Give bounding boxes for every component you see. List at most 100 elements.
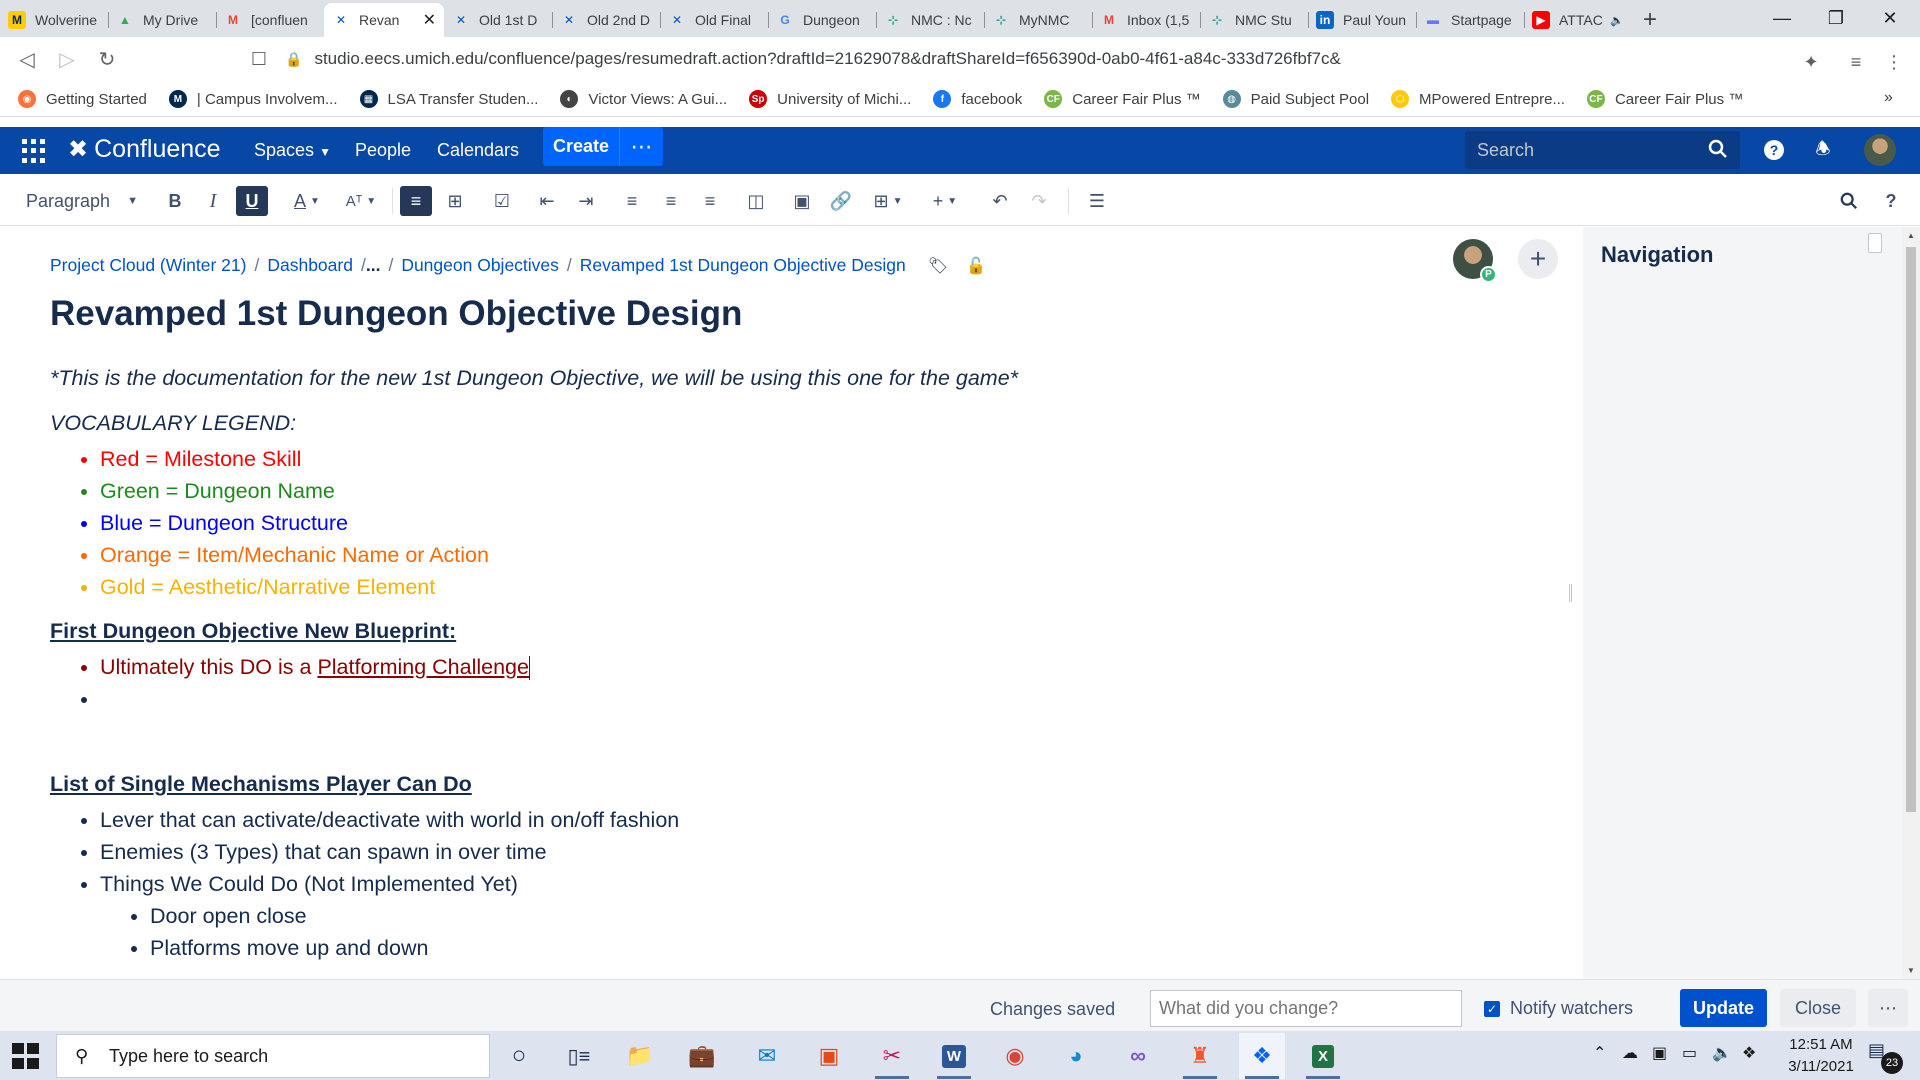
windows-start-icon[interactable] bbox=[12, 1043, 40, 1069]
bookmark-item[interactable]: ◉ Getting Started bbox=[18, 90, 147, 108]
task-list-button[interactable]: ☑ bbox=[487, 186, 517, 216]
onedrive-icon[interactable]: ☁ bbox=[1622, 1043, 1638, 1063]
snip-icon[interactable]: ✂ bbox=[869, 1033, 915, 1079]
excel-icon[interactable]: X bbox=[1300, 1033, 1346, 1079]
audio-playing-icon[interactable]: 🔈 bbox=[1610, 14, 1624, 27]
insert-link-button[interactable]: 🔗 bbox=[826, 186, 856, 216]
editor-content[interactable]: Project Cloud (Winter 21) / Dashboard / … bbox=[0, 227, 1583, 979]
bookmark-item[interactable]: f facebook bbox=[933, 90, 1022, 108]
volume-icon[interactable]: 🔈 bbox=[1712, 1043, 1732, 1063]
close-button[interactable]: Close bbox=[1780, 989, 1856, 1027]
scroll-up-arrow-icon[interactable]: ▲ bbox=[1907, 231, 1915, 240]
restrictions-lock-icon[interactable]: 🔓 bbox=[966, 256, 986, 276]
task-view-icon[interactable]: ▯≡ bbox=[556, 1033, 602, 1079]
user-avatar[interactable] bbox=[1864, 134, 1896, 166]
bookmark-item[interactable]: Sp University of Michi... bbox=[749, 90, 911, 108]
bookmark-item[interactable]: ◐ Victor Views: A Gui... bbox=[560, 90, 727, 108]
collaborator-avatar[interactable]: P bbox=[1453, 239, 1497, 283]
browser-tab[interactable]: ▬ Startpage bbox=[1416, 3, 1524, 37]
help-icon[interactable]: ? bbox=[1762, 138, 1786, 162]
text-color-button[interactable]: A ▼ bbox=[284, 186, 330, 216]
page-body[interactable]: *This is the documentation for the new 1… bbox=[50, 362, 1500, 964]
page-scrollbar[interactable]: ▲ ▼ bbox=[1902, 227, 1920, 979]
update-button[interactable]: Update bbox=[1680, 989, 1767, 1027]
breadcrumb-space[interactable]: Project Cloud (Winter 21) bbox=[50, 255, 246, 276]
page-layout-button[interactable]: ◫ bbox=[741, 186, 771, 216]
version-comment-input[interactable] bbox=[1150, 990, 1462, 1027]
meet-now-icon[interactable]: ▣ bbox=[1652, 1043, 1667, 1063]
empty-paragraph[interactable] bbox=[50, 715, 1500, 768]
mail-icon[interactable]: ✉ bbox=[744, 1033, 790, 1079]
bookmarks-overflow-icon[interactable]: » bbox=[1884, 89, 1893, 107]
word-icon[interactable]: W bbox=[931, 1033, 977, 1079]
restore-button[interactable]: ❐ bbox=[1809, 0, 1863, 37]
create-button[interactable]: Create bbox=[543, 127, 619, 166]
checkbox-checked-icon[interactable]: ✓ bbox=[1484, 1000, 1500, 1017]
insert-table-button[interactable]: ⊞ ▼ bbox=[867, 186, 909, 216]
nav-calendars[interactable]: Calendars bbox=[437, 140, 519, 161]
find-replace-icon[interactable] bbox=[1834, 186, 1864, 216]
chrome-icon[interactable]: ◉ bbox=[992, 1033, 1038, 1079]
insert-more-button[interactable]: + ▼ bbox=[924, 186, 966, 216]
page-title[interactable]: Revamped 1st Dungeon Objective Design bbox=[50, 294, 742, 334]
empty-list-item[interactable]: ​ bbox=[100, 683, 1500, 715]
bold-button[interactable]: B bbox=[160, 186, 190, 216]
insert-image-button[interactable]: ▣ bbox=[787, 186, 817, 216]
edge-icon[interactable]: ◕ bbox=[1053, 1033, 1099, 1079]
browser-tab[interactable]: ✕ Revan ✕ bbox=[324, 3, 444, 37]
sidebar-resize-handle[interactable] bbox=[1569, 584, 1572, 602]
forward-button[interactable]: ▷ bbox=[48, 40, 86, 78]
align-center-button[interactable]: ≡ bbox=[656, 186, 686, 216]
breadcrumb-dungeon-objectives[interactable]: Dungeon Objectives bbox=[401, 255, 559, 276]
store-icon[interactable]: 💼 bbox=[679, 1033, 725, 1079]
bookmark-icon[interactable]: ☐ bbox=[240, 40, 278, 78]
tag-icon[interactable]: 🏷 bbox=[928, 256, 948, 276]
minimize-button[interactable]: — bbox=[1755, 0, 1809, 37]
bookmark-item[interactable]: ▦ LSA Transfer Studen... bbox=[359, 90, 538, 108]
browser-tab[interactable]: M Inbox (1,5 bbox=[1092, 3, 1200, 37]
scroll-down-arrow-icon[interactable]: ▼ bbox=[1907, 966, 1915, 975]
brave-icon[interactable]: ♜ bbox=[1177, 1033, 1223, 1079]
reading-list-icon[interactable]: ≡ bbox=[1842, 48, 1870, 76]
battery-icon[interactable]: ▭ bbox=[1682, 1043, 1697, 1063]
redo-button[interactable]: ↷ bbox=[1024, 186, 1054, 216]
align-left-button[interactable]: ≡ bbox=[617, 186, 647, 216]
reload-button[interactable]: ↻ bbox=[88, 40, 126, 78]
browser-tab[interactable]: M Wolverine bbox=[0, 3, 108, 37]
align-right-button[interactable]: ≡ bbox=[695, 186, 725, 216]
browser-tab[interactable]: ⊹ NMC : Nc bbox=[876, 3, 984, 37]
bookmark-item[interactable]: CF Career Fair Plus ™ bbox=[1586, 90, 1743, 108]
browser-tab[interactable]: ▶ ATTAC 🔈 bbox=[1524, 3, 1632, 37]
bookmark-item[interactable]: ◍ Paid Subject Pool bbox=[1222, 90, 1369, 108]
breadcrumb-dashboard[interactable]: Dashboard bbox=[267, 255, 353, 276]
app-switcher-icon[interactable] bbox=[22, 139, 46, 163]
bookmark-item[interactable]: M | Campus Involvem... bbox=[168, 90, 338, 108]
extensions-puzzle-icon[interactable]: ✦ bbox=[1797, 48, 1825, 76]
browser-tab[interactable]: ⊹ MyNMC bbox=[984, 3, 1092, 37]
bullet-list-button[interactable]: ≡ bbox=[400, 186, 432, 216]
url-field[interactable]: 🔒 studio.eecs.umich.edu/confluence/pages… bbox=[285, 41, 1575, 77]
outdent-button[interactable]: ⇤ bbox=[532, 186, 562, 216]
taskbar-clock[interactable]: 12:51 AM 3/11/2021 bbox=[1766, 1034, 1876, 1078]
browser-tab[interactable]: ✕ Old 2nd D bbox=[552, 3, 660, 37]
search-input[interactable]: Search bbox=[1465, 131, 1740, 169]
browser-menu-icon[interactable]: ⋮ bbox=[1880, 48, 1908, 76]
tray-overflow-icon[interactable]: ⌃ bbox=[1593, 1043, 1606, 1063]
more-options-button[interactable]: ⋯ bbox=[1868, 989, 1908, 1027]
back-button[interactable]: ◁ bbox=[8, 40, 46, 78]
notifications-icon[interactable]: 🕭 bbox=[1811, 138, 1835, 162]
scrollbar-thumb[interactable] bbox=[1906, 247, 1916, 812]
create-more-button[interactable]: ⋯ bbox=[619, 127, 663, 166]
office-icon[interactable]: ▣ bbox=[806, 1033, 852, 1079]
browser-tab[interactable]: ⊹ NMC Stu bbox=[1200, 3, 1308, 37]
underline-button[interactable]: U bbox=[236, 186, 268, 216]
file-explorer-icon[interactable]: 📁 bbox=[617, 1033, 663, 1079]
taskbar-search-input[interactable]: ⚲ Type here to search bbox=[56, 1034, 490, 1078]
numbered-list-button[interactable]: ⊞ bbox=[440, 186, 470, 216]
breadcrumb-ellipsis[interactable]: ... bbox=[366, 255, 381, 276]
dropbox-tray-icon[interactable]: ❖ bbox=[1742, 1043, 1756, 1063]
browser-tab[interactable]: ✕ Old Final bbox=[660, 3, 768, 37]
browser-tab[interactable]: ✕ Old 1st D bbox=[444, 3, 552, 37]
editor-help-icon[interactable]: ? bbox=[1876, 186, 1906, 216]
undo-button[interactable]: ↶ bbox=[985, 186, 1015, 216]
